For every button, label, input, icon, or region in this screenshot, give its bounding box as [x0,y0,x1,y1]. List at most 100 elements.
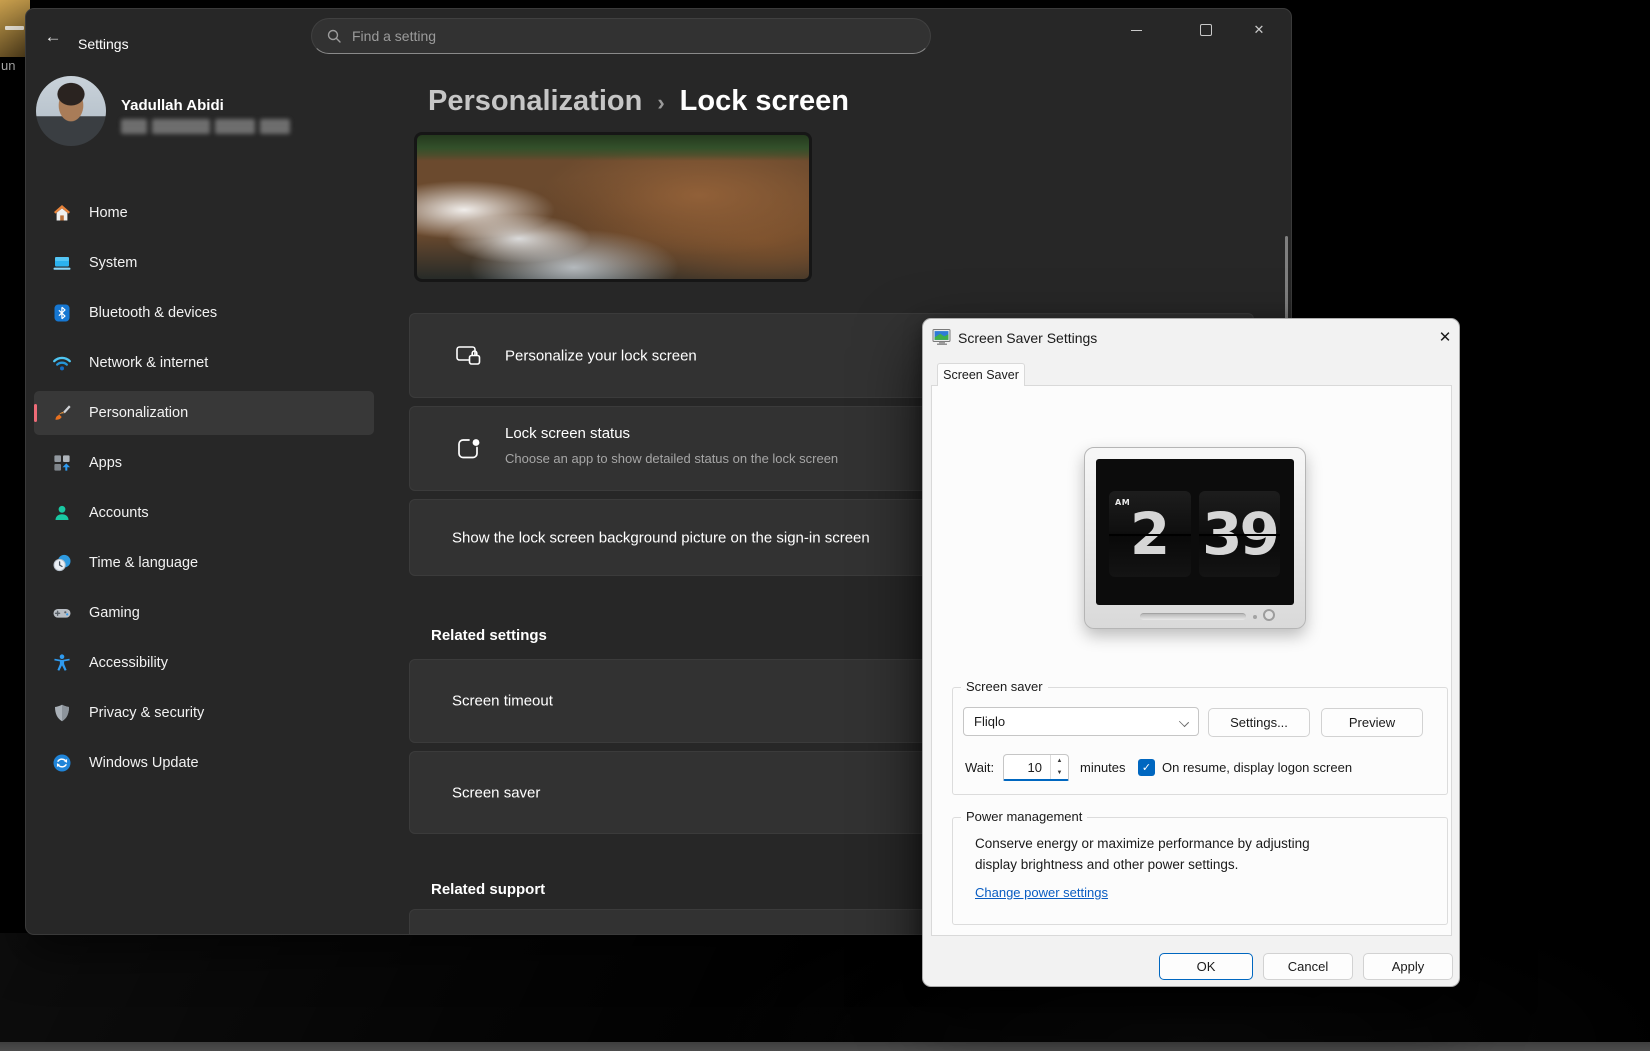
screensaver-dropdown[interactable]: Fliqlo [963,707,1199,736]
sidebar-item-label: Time & language [89,555,198,571]
checkmark-icon: ✓ [1142,761,1151,774]
settings-button-label: Settings... [1230,715,1288,730]
minimize-icon [1131,30,1142,31]
flip-clock-hour-card: AM 2 [1109,491,1191,577]
sidebar-item-label: Accounts [89,505,149,521]
spin-down-icon[interactable]: ▼ [1051,767,1068,779]
flip-clock-minute-card: 39 [1199,491,1280,577]
personalization-icon [52,403,72,423]
sidebar-item-apps[interactable]: Apps [34,441,374,485]
minimize-button[interactable] [1113,15,1159,45]
sidebar-item-label: Gaming [89,605,140,621]
monitor-power-led [1253,615,1257,619]
dialog-close-button[interactable]: ✕ [1430,323,1460,351]
sidebar-item-label: Home [89,205,128,221]
accounts-icon [52,503,72,523]
related-settings-heading: Related settings [431,627,547,644]
sidebar-item-windows-update[interactable]: Windows Update [34,741,374,785]
taskbar-edge[interactable] [0,1042,1650,1051]
system-icon [52,253,72,273]
flip-clock-minute: 39 [1202,491,1277,577]
breadcrumb-parent[interactable]: Personalization [428,85,642,118]
screen-saver-group: Screen saver Fliqlo Settings... Preview … [952,687,1448,795]
user-email-redacted [121,119,290,134]
screen-saver-tab-panel: AM 2 39 Screen saver Fliqlo [931,385,1452,936]
related-row-label: Screen timeout [452,693,553,710]
wait-label: Wait: [965,754,994,781]
close-button[interactable]: ✕ [1236,15,1282,45]
sidebar-item-label: System [89,255,137,271]
apps-icon [52,453,72,473]
sidebar-item-home[interactable]: Home [34,191,374,235]
sidebar-item-accessibility[interactable]: Accessibility [34,641,374,685]
related-row-label: Screen saver [452,784,540,801]
wait-minutes-stepper[interactable]: 10 ▲ ▼ [1003,754,1069,781]
avatar[interactable] [36,76,106,146]
page-title: Lock screen [680,85,849,118]
settings-button[interactable]: Settings... [1208,708,1310,737]
dialog-app-icon [932,328,952,346]
sidebar-item-network-internet[interactable]: Network & internet [34,341,374,385]
monitor-bezel-slot [1140,613,1246,620]
sidebar-item-personalization[interactable]: Personalization [34,391,374,435]
sidebar-item-bluetooth-devices[interactable]: Bluetooth & devices [34,291,374,335]
power-management-text-line2: display brightness and other power setti… [975,857,1238,872]
minutes-label: minutes [1080,754,1126,781]
breadcrumb: Personalization › Lock screen [428,85,849,118]
window-title: Settings [78,36,129,52]
sidebar-item-label: Privacy & security [89,705,204,721]
change-power-settings-link[interactable]: Change power settings [975,885,1108,900]
screensaver-dropdown-value: Fliqlo [974,714,1005,729]
on-resume-label: On resume, display logon screen [1162,754,1352,781]
cancel-button-label: Cancel [1288,959,1328,974]
sidebar-item-label: Bluetooth & devices [89,305,217,321]
sidebar-nav: Home System Bluetooth & devices Network & i… [34,191,374,785]
maximize-button[interactable] [1183,15,1229,45]
flip-clock-meridiem: AM [1115,499,1130,507]
maximize-icon [1200,24,1212,36]
wait-minutes-value: 10 [1004,755,1050,779]
windows-update-icon [52,753,72,773]
tab-screen-saver[interactable]: Screen Saver [937,363,1025,386]
close-icon: ✕ [1254,22,1265,38]
power-management-group-label: Power management [961,809,1087,824]
screensaver-preview-screen: AM 2 39 [1096,459,1294,605]
sidebar-item-accounts[interactable]: Accounts [34,491,374,535]
back-icon: ← [45,27,62,47]
sidebar-item-label: Accessibility [89,655,168,671]
screen-saver-group-label: Screen saver [961,679,1048,694]
sidebar-item-privacy-security[interactable]: Privacy & security [34,691,374,735]
lock-screen-preview-image [414,132,812,282]
lock-screen-personalize-icon [455,342,482,369]
sidebar-item-time-language[interactable]: Time & language [34,541,374,585]
back-button[interactable]: ← [38,23,68,51]
spin-up-icon[interactable]: ▲ [1051,755,1068,767]
flip-clock-hour: 2 [1130,491,1170,577]
sidebar-item-system[interactable]: System [34,241,374,285]
apply-button[interactable]: Apply [1363,953,1453,980]
on-resume-checkbox[interactable]: ✓ [1138,759,1155,776]
sidebar-item-gaming[interactable]: Gaming [34,591,374,635]
preview-button-label: Preview [1349,715,1395,730]
user-name: Yadullah Abidi [121,97,224,114]
search-placeholder: Find a setting [352,28,436,44]
search-input[interactable]: Find a setting [311,18,931,54]
monitor-power-button [1263,609,1275,621]
search-icon [326,28,342,44]
sidebar-item-label: Network & internet [89,355,208,371]
ok-button-label: OK [1197,959,1216,974]
related-support-heading: Related support [431,881,545,898]
card-title: Lock screen status [505,425,630,442]
cancel-button[interactable]: Cancel [1263,953,1353,980]
card-title: Personalize your lock screen [505,347,697,364]
sidebar-item-label: Apps [89,455,122,471]
bluetooth-icon [52,303,72,323]
privacy-icon [52,703,72,723]
home-icon [52,203,72,223]
ok-button[interactable]: OK [1159,953,1253,980]
tab-label: Screen Saver [943,368,1019,382]
gaming-icon [52,603,72,623]
dialog-close-icon: ✕ [1439,328,1452,346]
accessibility-icon [52,653,72,673]
preview-button[interactable]: Preview [1321,708,1423,737]
